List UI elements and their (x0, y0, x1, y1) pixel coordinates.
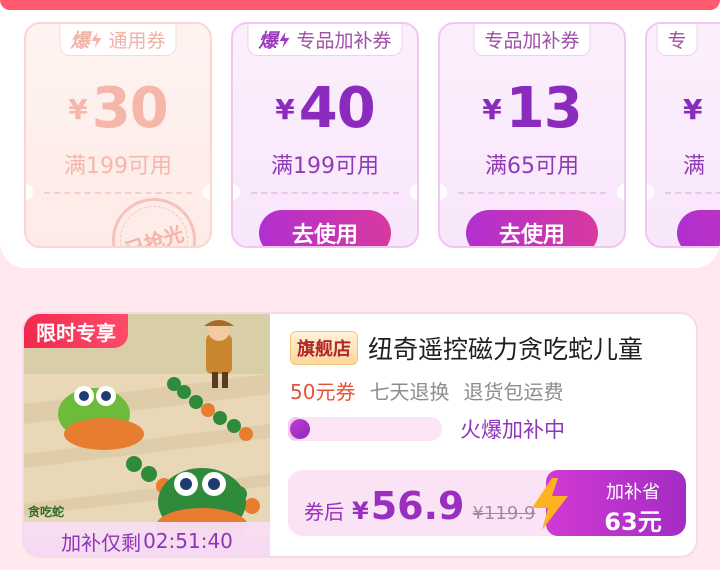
coupon-tag: 爆 专品加补券 (247, 24, 403, 56)
coupon-tag-label: 通用券 (108, 30, 166, 52)
countdown-label: 加补仅剩 (61, 530, 142, 555)
final-price: 56.9 (370, 484, 465, 528)
product-image[interactable]: 限时专享 贪吃蛇 加补仅剩 02:51:40 (24, 314, 270, 556)
use-coupon-button[interactable] (677, 210, 720, 246)
coupon-condition: 满199可用 (64, 154, 172, 179)
save-amount: 63元 (604, 508, 662, 536)
lightning-icon (532, 478, 568, 530)
price-prefix: 券后 (304, 500, 344, 524)
perk-free-return-shipping: 退货包运费 (463, 380, 564, 404)
progress-label: 火爆加补中 (460, 418, 565, 442)
coupon-card-partial[interactable]: 专 ¥ 满 (645, 22, 720, 248)
currency-symbol: ¥ (352, 497, 369, 525)
coupon-amount: ¥ (683, 93, 703, 126)
subsidy-progress: 火爆加补中 (288, 414, 565, 444)
price-info: 券后 ¥ 56.9 ¥119.9 (304, 470, 535, 536)
coupon-card-40[interactable]: 爆 专品加补券 ¥40 满199可用 去使用 (231, 22, 419, 248)
coupon-condition: 满65可用 (485, 154, 579, 179)
use-coupon-button[interactable]: 去使用 (466, 210, 598, 246)
coupon-card-13[interactable]: 专品加补券 ¥13 满65可用 去使用 (438, 22, 626, 248)
sold-out-stamp: 已抢光 (101, 187, 207, 246)
product-card[interactable]: 限时专享 贪吃蛇 加补仅剩 02:51:40 旗舰店 纽奇遥控磁力贪吃蛇儿童 5… (22, 312, 698, 558)
perk-return: 七天退换 (369, 380, 450, 404)
coupon-tag: 专品加补券 (473, 24, 591, 56)
perk-coupon: 50元券 (290, 380, 356, 404)
header-band (0, 0, 720, 10)
use-coupon-button[interactable]: 去使用 (259, 210, 391, 246)
coupon-condition: 满 (683, 154, 706, 179)
perk-list: 50元券 七天退换 退货包运费 (290, 376, 563, 405)
coupon-tag-label: 专 (667, 30, 687, 52)
hot-icon: 爆 (70, 26, 102, 53)
coupon-amount: ¥30 (68, 76, 168, 141)
coupon-strip: 爆 通用券 ¥30 满199可用 已抢光 爆 专品加补券 ¥40 满199可用 … (0, 0, 720, 268)
coupon-tag-label: 专品加补券 (484, 30, 580, 52)
progress-dot-icon (290, 419, 310, 439)
divider (458, 192, 606, 194)
flagship-store-badge: 旗舰店 (290, 331, 358, 365)
countdown-time: 02:51:40 (143, 529, 233, 553)
coupon-amount: ¥13 (482, 76, 582, 141)
coupon-amount: ¥40 (275, 76, 375, 141)
coupon-tag-label: 专品加补券 (296, 30, 392, 52)
price-bar[interactable]: 券后 ¥ 56.9 ¥119.9 加补省 63元 (288, 470, 686, 536)
divider (44, 192, 192, 194)
coupon-tag: 专 (656, 24, 698, 56)
save-label: 加补省 (606, 482, 660, 503)
product-title[interactable]: 纽奇遥控磁力贪吃蛇儿童 (368, 330, 643, 366)
title-row[interactable]: 旗舰店 纽奇遥控磁力贪吃蛇儿童 (290, 330, 643, 366)
hot-icon: 爆 (258, 26, 290, 53)
subsidy-save-button[interactable]: 加补省 63元 (532, 470, 686, 536)
divider (665, 192, 720, 194)
coupon-condition: 满199可用 (271, 154, 379, 179)
image-caption: 贪吃蛇 (28, 505, 65, 519)
countdown-bar: 加补仅剩 02:51:40 (24, 522, 270, 556)
progress-bar (288, 417, 442, 441)
divider (251, 192, 399, 194)
coupon-card-sold-out: 爆 通用券 ¥30 满199可用 已抢光 (24, 22, 212, 248)
coupon-tag: 爆 通用券 (59, 24, 177, 56)
limited-offer-ribbon: 限时专享 (24, 314, 128, 348)
